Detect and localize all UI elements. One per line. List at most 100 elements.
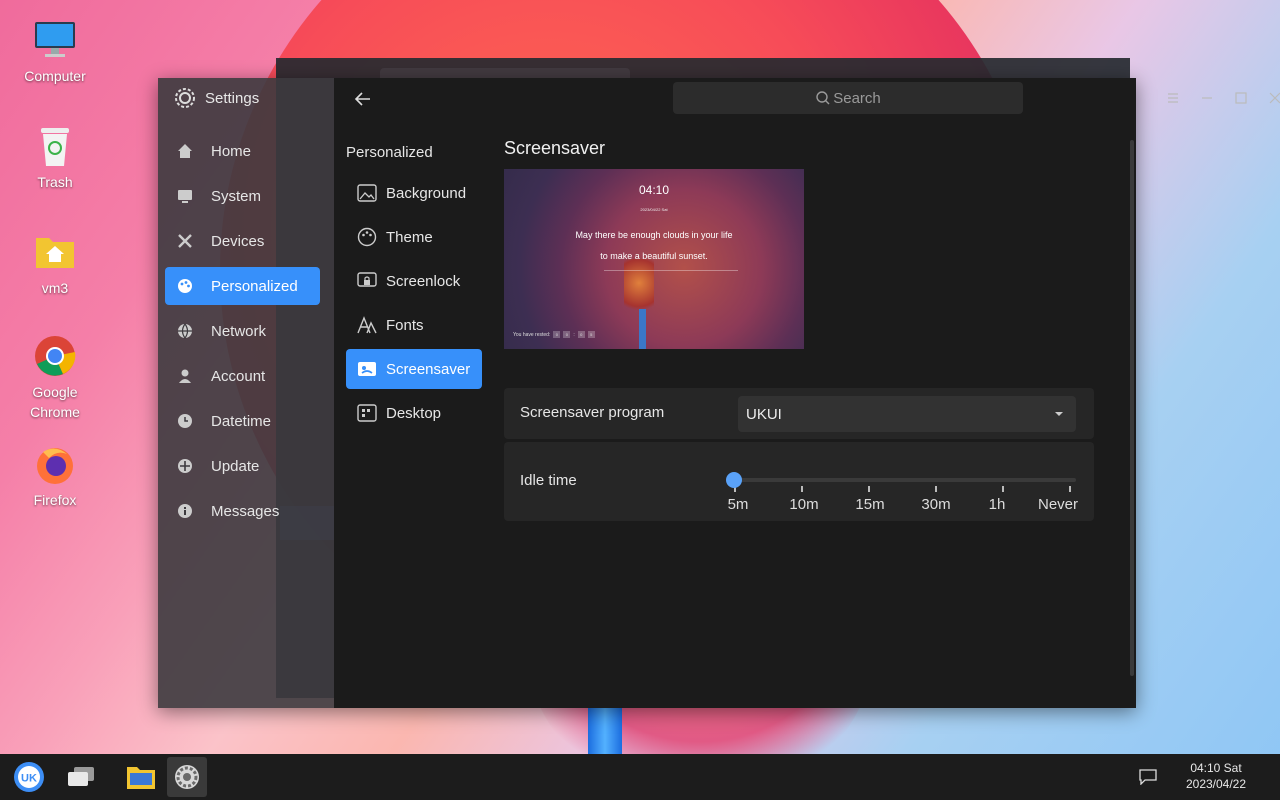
nav-devices[interactable]: Devices [165, 222, 320, 260]
slider-tick-label: Never [1037, 496, 1078, 513]
clock-time: 04:10 Sat [1190, 761, 1242, 775]
preview-date: 2023/04/22 Sat [640, 207, 668, 212]
submenu-label: Fonts [386, 316, 424, 334]
svg-text:UK: UK [21, 773, 37, 785]
maximize-button[interactable] [1228, 86, 1254, 110]
preview-rest-label: You have rested: [513, 331, 551, 338]
nav-label: Network [211, 322, 267, 340]
desktop-icon-computer[interactable]: Computer [10, 18, 100, 86]
close-icon [1269, 92, 1280, 104]
nav-network[interactable]: Network [165, 312, 320, 350]
desktop-icon-label: Google Chrome [30, 384, 80, 420]
trash-icon [33, 124, 77, 168]
desktop-icon-label: Computer [24, 68, 86, 84]
desktop-icon-chrome[interactable]: Google Chrome [10, 334, 100, 422]
submenu-label: Background [386, 184, 467, 202]
chrome-icon [33, 334, 77, 378]
submenu-screenlock[interactable]: Screenlock [346, 261, 482, 301]
folder-icon [127, 767, 155, 789]
nav-update[interactable]: Update [165, 447, 320, 485]
start-menu-button[interactable]: UK [9, 757, 49, 797]
submenu-background[interactable]: Background [346, 173, 482, 213]
search-input[interactable]: Search [673, 82, 1023, 114]
taskbar-clock[interactable]: 04:10 Sat 2023/04/22 [1176, 760, 1256, 792]
submenu-label: Desktop [386, 404, 442, 422]
submenu-label: Screenlock [386, 272, 461, 290]
taskbar-file-manager[interactable] [121, 757, 161, 797]
minimize-button[interactable] [1194, 86, 1220, 110]
slider-tick [868, 486, 870, 492]
globe-icon [177, 323, 193, 339]
info-icon [177, 503, 193, 519]
desktop-icon-label: vm3 [41, 280, 69, 296]
submenu-label: Theme [386, 228, 433, 246]
nav-messages[interactable]: Messages [165, 492, 320, 530]
settings-sidebar: Settings Home System Devices Personalize… [158, 78, 334, 708]
nav-home[interactable]: Home [165, 132, 320, 170]
desktop-icon-vm3[interactable]: vm3 [10, 230, 100, 298]
submenu-label: Screensaver [386, 360, 471, 378]
nav-datetime[interactable]: Datetime [165, 402, 320, 440]
submenu-theme[interactable]: Theme [346, 217, 482, 257]
preview-rest-digit: 0 [577, 331, 585, 338]
slider-tick-label: 15m [855, 496, 885, 513]
nav-label: Messages [211, 502, 280, 520]
multitask-view-button[interactable] [61, 757, 101, 797]
desktop-icon-trash[interactable]: Trash [10, 124, 100, 192]
close-button[interactable] [1262, 86, 1280, 110]
monitor-icon [177, 188, 193, 204]
preview-rest-counter: You have rested: 0 0 : 0 5 [513, 331, 595, 338]
screenlock-icon [356, 270, 378, 292]
section-title: Screensaver [504, 138, 606, 158]
ukui-logo-icon: UK [14, 762, 44, 792]
screensaver-preview: 04:10 2023/04/22 Sat May there be enough… [504, 169, 804, 349]
slider-tick [1002, 486, 1004, 492]
slider-tick [935, 486, 937, 492]
nav-system[interactable]: System [165, 177, 320, 215]
firefox-icon [33, 442, 77, 486]
nav-label: System [211, 187, 262, 205]
slider-handle[interactable] [726, 472, 742, 488]
screensaver-program-select[interactable]: UKUI [738, 396, 1076, 432]
arrow-left-icon [354, 92, 370, 106]
scrollbar[interactable] [1130, 140, 1134, 676]
hamburger-icon [1168, 93, 1178, 103]
tools-icon [177, 233, 193, 249]
search-placeholder: Search [833, 89, 881, 107]
select-value: UKUI [746, 405, 782, 423]
idle-time-slider[interactable]: 5m 10m 15m 30m 1h Never [726, 472, 1078, 532]
settings-gear-icon [174, 87, 196, 109]
submenu-desktop[interactable]: Desktop [346, 393, 482, 433]
taskbar-settings[interactable] [167, 757, 207, 797]
app-title: Settings [174, 86, 259, 110]
desktop-icon-firefox[interactable]: Firefox [10, 442, 100, 510]
notification-center-button[interactable] [1128, 757, 1168, 797]
idle-time-row: Idle time 5m 10m 15m 30m 1h Never [504, 442, 1094, 521]
slider-track[interactable] [734, 478, 1076, 482]
user-icon [177, 368, 193, 384]
menu-button[interactable] [1160, 86, 1186, 110]
back-button[interactable] [352, 88, 378, 110]
update-icon [177, 458, 193, 474]
submenu-fonts[interactable]: Fonts [346, 305, 482, 345]
settings-main-panel: Search Personalized Background Theme Scr… [334, 78, 1280, 708]
nav-label: Datetime [211, 412, 272, 430]
nav-personalized[interactable]: Personalized [165, 267, 320, 305]
idle-time-label: Idle time [520, 472, 577, 489]
palette-icon [356, 226, 378, 248]
nav-label: Update [211, 457, 260, 475]
maximize-icon [1235, 92, 1247, 104]
slider-tick-label: 30m [921, 496, 951, 513]
slider-tick-label: 10m [789, 496, 819, 513]
preview-rest-digit: 0 [553, 331, 561, 338]
fonts-icon [356, 314, 378, 336]
home-folder-icon [33, 230, 77, 274]
desktop-icon-label: Trash [37, 174, 73, 190]
home-icon [177, 143, 193, 159]
nav-account[interactable]: Account [165, 357, 320, 395]
preview-quote-line2: to make a beautiful sunset. [600, 251, 708, 261]
preview-rest-digit: 0 [563, 331, 571, 338]
submenu-screensaver[interactable]: Screensaver [346, 349, 482, 389]
settings-gear-icon [175, 765, 199, 789]
settings-window: Settings Home System Devices Personalize… [158, 78, 1280, 708]
